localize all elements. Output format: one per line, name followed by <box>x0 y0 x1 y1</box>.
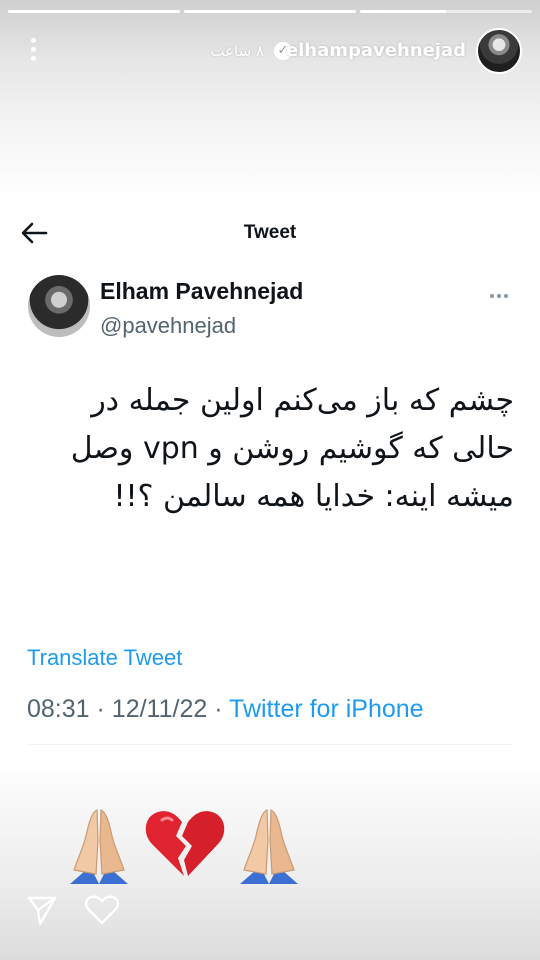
meta-separator: · <box>214 695 230 723</box>
folded-hands-icon <box>70 809 128 884</box>
tweet-meta: 08:31 · 12/11/22 · Twitter for iPhone <box>27 695 424 724</box>
story-username[interactable]: elhampavehnejad <box>286 40 466 61</box>
story-time: ۸ ساعت <box>210 42 264 60</box>
story-progress-bar <box>8 10 532 13</box>
progress-segment <box>360 10 532 13</box>
story-view: ۸ ساعت ✓ elhampavehnejad Tweet Elham Pav… <box>0 0 540 960</box>
broken-heart-icon <box>145 811 225 876</box>
tweet-time: 08:31 <box>27 695 90 723</box>
progress-segment <box>184 10 356 13</box>
heart-icon[interactable] <box>84 894 120 926</box>
progress-fill <box>360 10 446 13</box>
tweet-screenshot: Tweet Elham Pavehnejad @pavehnejad چشم ک… <box>0 205 540 755</box>
progress-fill <box>8 10 180 13</box>
tweet-author-name: Elham Pavehnejad <box>100 278 304 304</box>
tweet-source: Twitter for iPhone <box>229 695 424 723</box>
share-icon[interactable] <box>26 894 58 926</box>
translate-tweet-link: Translate Tweet <box>27 645 183 670</box>
folded-hands-icon <box>240 809 298 884</box>
progress-segment <box>8 10 180 13</box>
meta-separator: · <box>96 695 112 723</box>
emoji-sticker-row <box>56 800 316 890</box>
progress-fill <box>184 10 356 13</box>
story-avatar[interactable] <box>476 28 522 74</box>
tweet-topbar-title: Tweet <box>243 222 297 243</box>
tweet-text: چشم که باز می‌کنم اولین جمله در حالی که … <box>70 383 514 514</box>
tweet-author-avatar <box>28 275 90 337</box>
tweet-author-handle: @pavehnejad <box>100 313 237 338</box>
more-horizontal-icon <box>490 283 512 298</box>
story-header: ۸ ساعت ✓ elhampavehnejad <box>0 28 540 76</box>
divider <box>27 744 513 745</box>
tweet-date: 12/11/22 <box>111 695 208 723</box>
more-vertical-icon[interactable] <box>30 38 36 62</box>
tweet-topbar: Tweet <box>0 205 540 263</box>
